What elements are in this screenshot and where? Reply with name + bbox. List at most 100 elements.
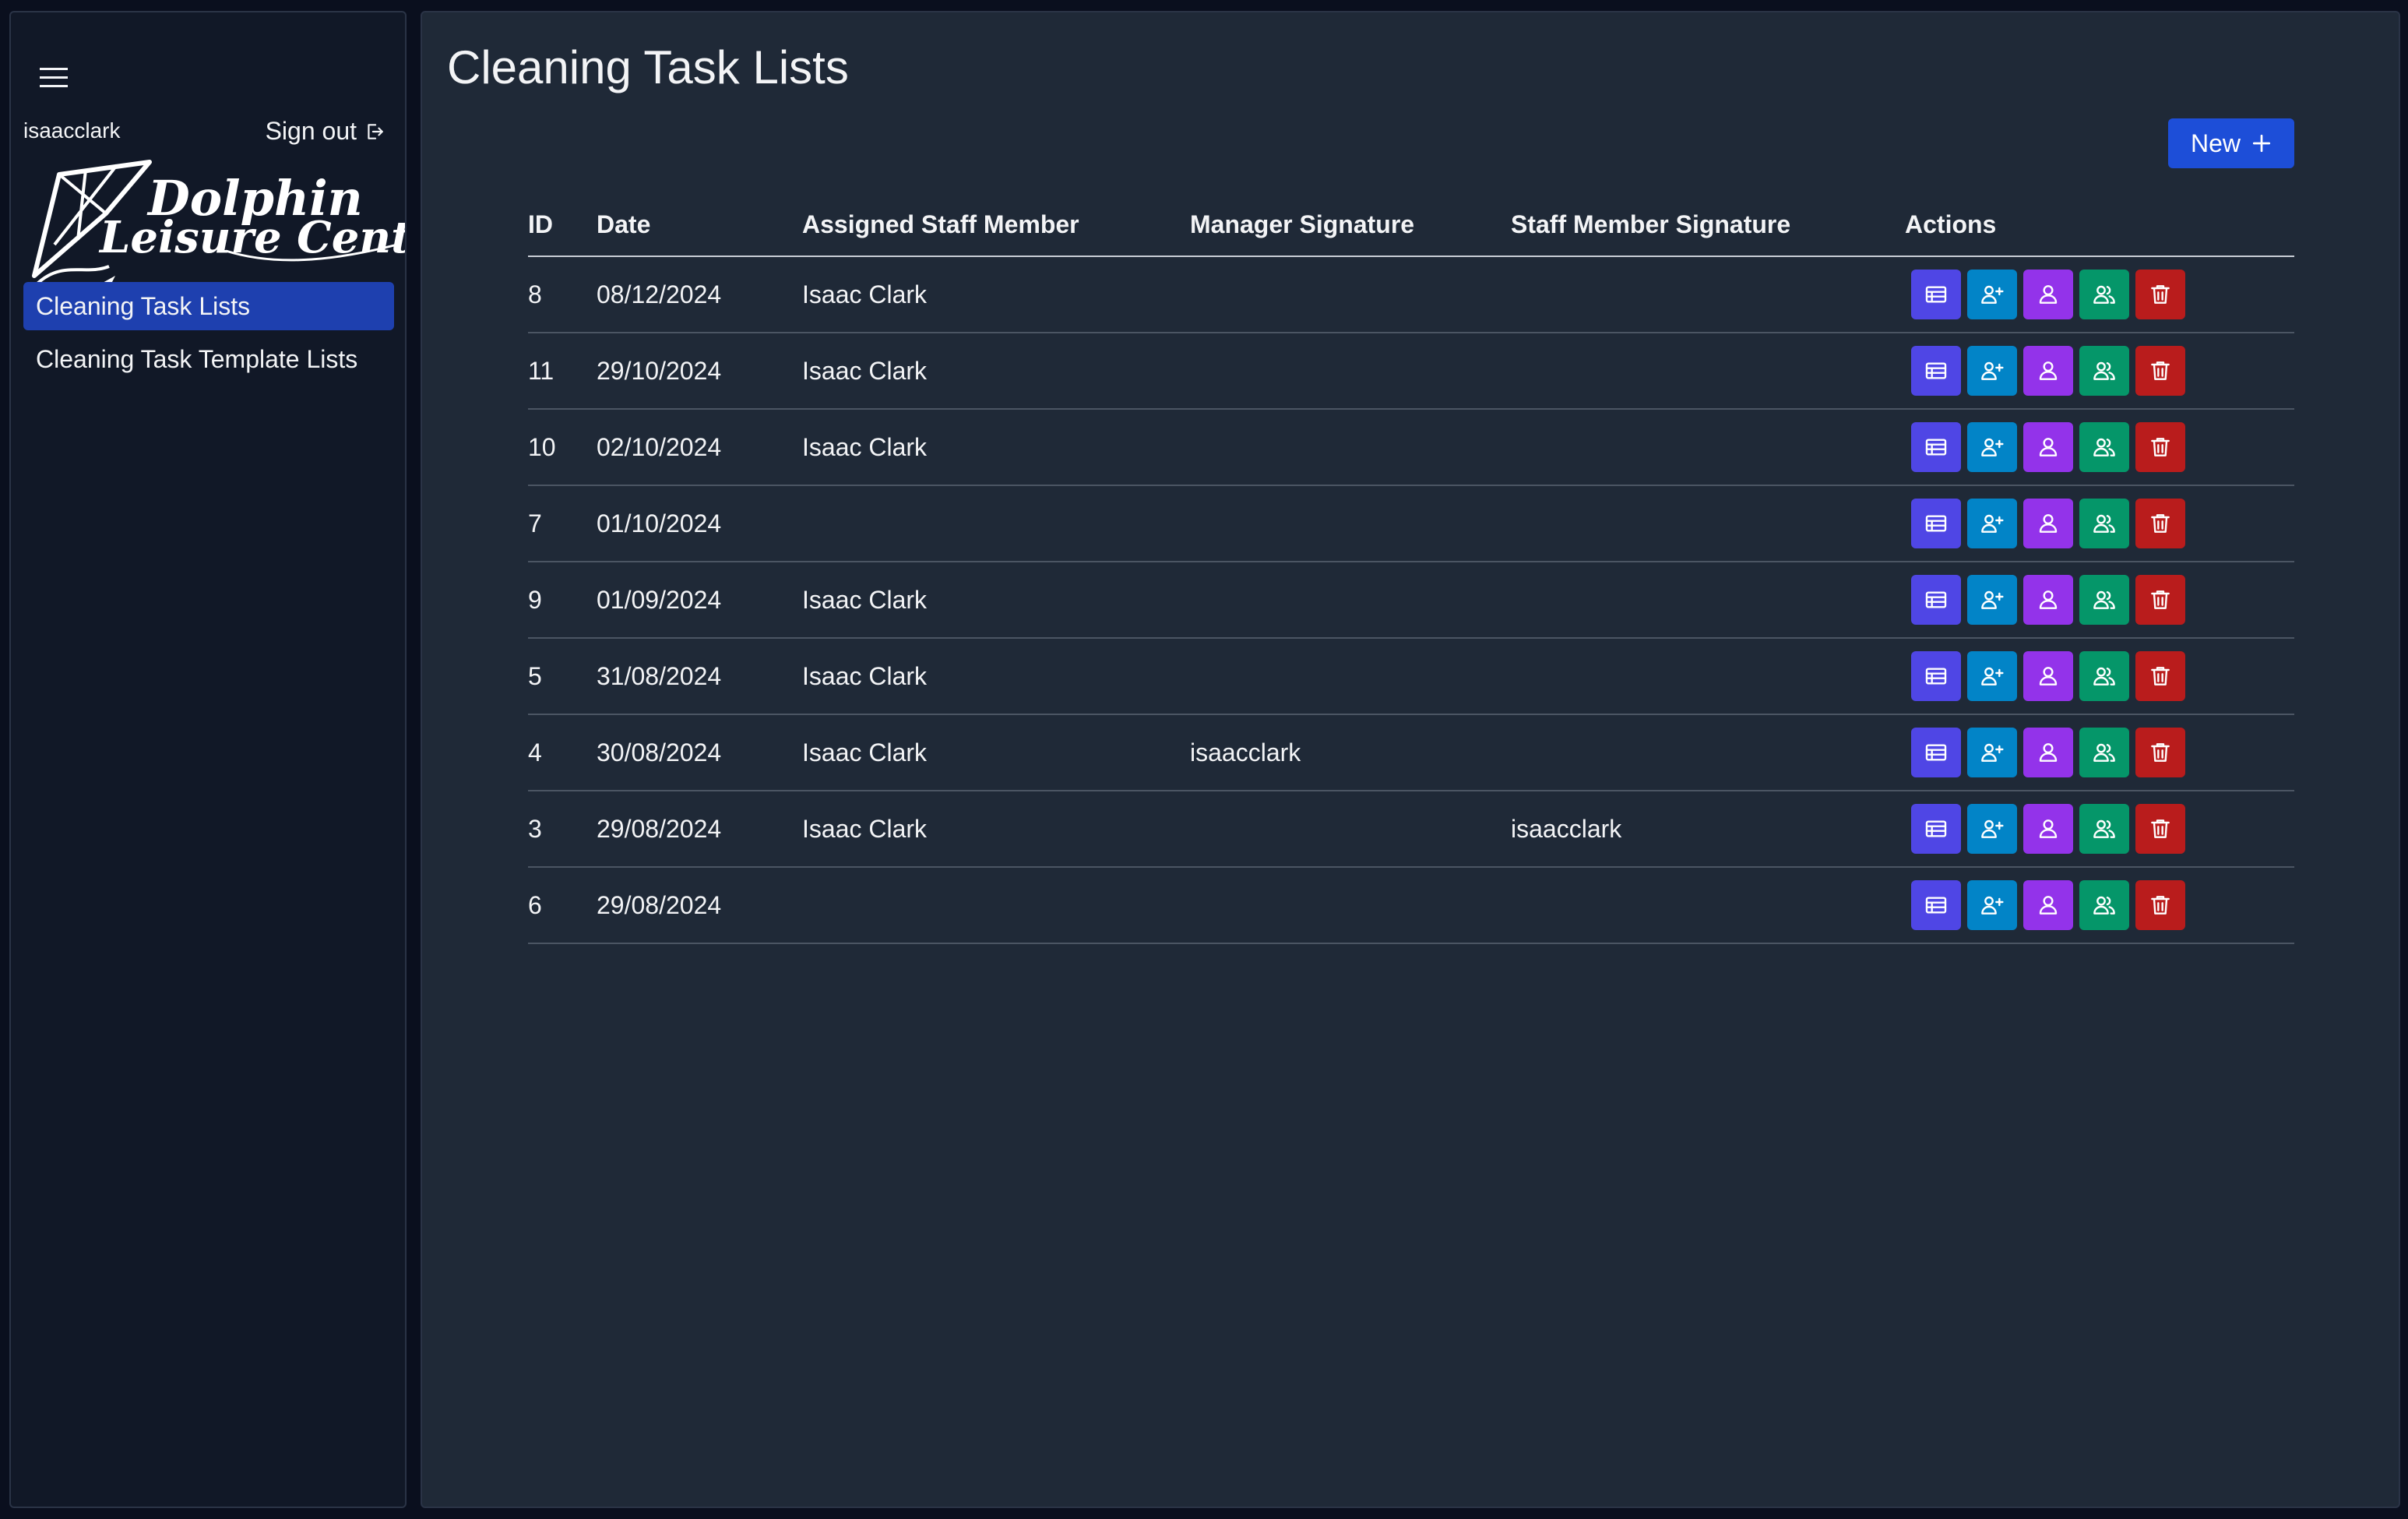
staff-sign-button[interactable] <box>2079 346 2129 396</box>
delete-button[interactable] <box>2135 804 2185 854</box>
table-header-row: ID Date Assigned Staff Member Manager Si… <box>528 193 2294 257</box>
manager-sign-button[interactable] <box>2023 651 2073 701</box>
table-row: 10 02/10/2024 Isaac Clark <box>528 409 2294 486</box>
users-icon <box>2093 514 2115 533</box>
users-icon <box>2093 743 2115 762</box>
sidebar-item-cleaning-task-template-lists[interactable]: Cleaning Task Template Lists <box>23 335 394 383</box>
staff-sign-button[interactable] <box>2079 499 2129 548</box>
staff-sign-button[interactable] <box>2079 880 2129 930</box>
sidebar: isaacclark Sign out Dolphin Leisure Cent… <box>9 11 407 1508</box>
menu-toggle-button[interactable] <box>31 56 76 100</box>
cell-date: 01/09/2024 <box>597 562 802 639</box>
delete-button[interactable] <box>2135 422 2185 472</box>
manager-sign-button[interactable] <box>2023 422 2073 472</box>
manager-sign-button[interactable] <box>2023 804 2073 854</box>
assign-staff-button[interactable] <box>1967 270 2017 319</box>
sign-out-label: Sign out <box>265 117 357 145</box>
user-icon <box>2039 667 2058 685</box>
view-task-list-button[interactable] <box>1911 880 1961 930</box>
manager-sign-button[interactable] <box>2023 880 2073 930</box>
assign-staff-button[interactable] <box>1967 346 2017 396</box>
trash-icon <box>2151 743 2170 762</box>
view-task-list-button[interactable] <box>1911 575 1961 625</box>
cell-assigned-staff: Isaac Clark <box>802 562 1190 639</box>
cell-id: 6 <box>528 867 597 944</box>
cell-id: 11 <box>528 333 597 410</box>
new-button[interactable]: New <box>2168 118 2294 168</box>
users-icon <box>2093 896 2115 915</box>
staff-sign-button[interactable] <box>2079 728 2129 777</box>
users-icon <box>2093 590 2115 609</box>
delete-button[interactable] <box>2135 728 2185 777</box>
cell-manager-signature <box>1190 638 1511 715</box>
table-list-icon <box>1925 515 1947 532</box>
user-icon <box>2039 819 2058 838</box>
delete-button[interactable] <box>2135 651 2185 701</box>
view-task-list-button[interactable] <box>1911 270 1961 319</box>
sidebar-item-cleaning-task-lists[interactable]: Cleaning Task Lists <box>23 282 394 330</box>
manager-sign-button[interactable] <box>2023 499 2073 548</box>
users-icon <box>2093 438 2115 456</box>
assign-staff-button[interactable] <box>1967 651 2017 701</box>
cell-actions <box>1905 333 2294 410</box>
cell-date: 29/08/2024 <box>597 791 802 868</box>
staff-sign-button[interactable] <box>2079 651 2129 701</box>
delete-button[interactable] <box>2135 880 2185 930</box>
delete-button[interactable] <box>2135 346 2185 396</box>
assign-staff-button[interactable] <box>1967 728 2017 777</box>
trash-icon <box>2151 285 2170 304</box>
column-header-date: Date <box>597 193 802 257</box>
delete-button[interactable] <box>2135 270 2185 319</box>
table-row: 4 30/08/2024 Isaac Clark isaacclark <box>528 714 2294 791</box>
user-plus-icon <box>1981 514 2004 533</box>
delete-button[interactable] <box>2135 575 2185 625</box>
table-list-icon <box>1925 897 1947 914</box>
cell-date: 30/08/2024 <box>597 714 802 791</box>
user-plus-icon <box>1981 285 2004 304</box>
table-row: 7 01/10/2024 <box>528 485 2294 562</box>
current-username: isaacclark <box>23 118 121 143</box>
view-task-list-button[interactable] <box>1911 728 1961 777</box>
cell-actions <box>1905 562 2294 639</box>
staff-sign-button[interactable] <box>2079 270 2129 319</box>
table-list-icon <box>1925 591 1947 608</box>
manager-sign-button[interactable] <box>2023 270 2073 319</box>
trash-icon <box>2151 514 2170 533</box>
staff-sign-button[interactable] <box>2079 422 2129 472</box>
users-icon <box>2093 667 2115 685</box>
manager-sign-button[interactable] <box>2023 575 2073 625</box>
staff-sign-button[interactable] <box>2079 804 2129 854</box>
view-task-list-button[interactable] <box>1911 804 1961 854</box>
cell-assigned-staff <box>802 485 1190 562</box>
staff-sign-button[interactable] <box>2079 575 2129 625</box>
assign-staff-button[interactable] <box>1967 804 2017 854</box>
page-title: Cleaning Task Lists <box>447 41 849 93</box>
table-row: 9 01/09/2024 Isaac Clark <box>528 562 2294 639</box>
cell-manager-signature <box>1190 333 1511 410</box>
cell-actions <box>1905 256 2294 333</box>
dolphin-leisure-centre-logo: Dolphin Leisure Centre <box>32 160 405 288</box>
user-plus-icon <box>1981 361 2004 380</box>
view-task-list-button[interactable] <box>1911 499 1961 548</box>
sign-out-button[interactable]: Sign out <box>266 117 385 146</box>
new-button-label: New <box>2190 129 2241 157</box>
assign-staff-button[interactable] <box>1967 880 2017 930</box>
cell-date: 31/08/2024 <box>597 638 802 715</box>
view-task-list-button[interactable] <box>1911 346 1961 396</box>
column-header-actions: Actions <box>1905 193 2294 257</box>
assign-staff-button[interactable] <box>1967 499 2017 548</box>
user-plus-icon <box>1981 743 2004 762</box>
cell-date: 01/10/2024 <box>597 485 802 562</box>
users-icon <box>2093 819 2115 838</box>
view-task-list-button[interactable] <box>1911 651 1961 701</box>
user-icon <box>2039 514 2058 533</box>
table-list-icon <box>1925 439 1947 456</box>
view-task-list-button[interactable] <box>1911 422 1961 472</box>
column-header-assigned-staff: Assigned Staff Member <box>802 193 1190 257</box>
assign-staff-button[interactable] <box>1967 575 2017 625</box>
delete-button[interactable] <box>2135 499 2185 548</box>
manager-sign-button[interactable] <box>2023 346 2073 396</box>
manager-sign-button[interactable] <box>2023 728 2073 777</box>
assign-staff-button[interactable] <box>1967 422 2017 472</box>
cell-date: 29/10/2024 <box>597 333 802 410</box>
